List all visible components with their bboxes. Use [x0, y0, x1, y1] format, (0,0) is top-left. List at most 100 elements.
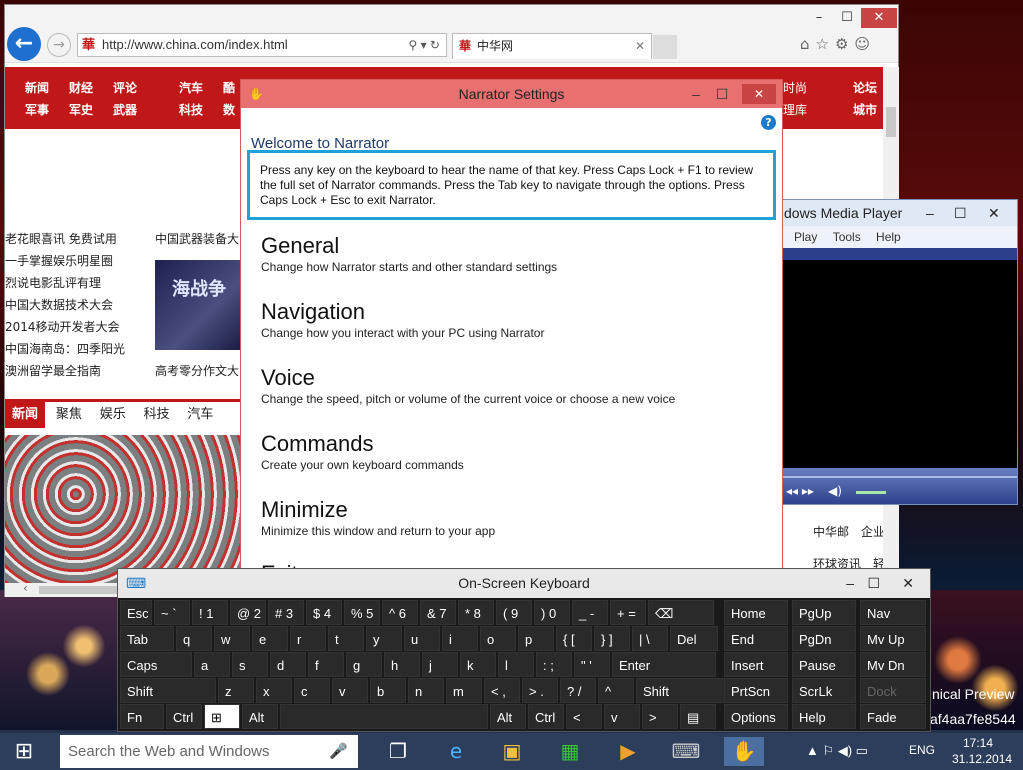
key[interactable]: + =	[610, 600, 646, 625]
right-link[interactable]: 中华邮	[813, 523, 849, 540]
nav-key[interactable]: PgUp	[792, 600, 856, 625]
key[interactable]: a	[194, 652, 230, 677]
section-navigation[interactable]: Navigation Change how you interact with …	[261, 299, 544, 340]
nav-link[interactable]: 武器	[113, 101, 137, 118]
ie-titlebar[interactable]: – ☐ ✕ ← → 華 http://www.china.com/index.h…	[5, 5, 898, 63]
ie-maximize-button[interactable]: ☐	[833, 8, 861, 28]
key[interactable]: o	[480, 626, 516, 651]
task-view-icon[interactable]: ❐	[378, 737, 418, 766]
key[interactable]: ⊞	[204, 704, 240, 729]
scroll-left-icon[interactable]: ‹	[23, 581, 28, 595]
osk-minimize-button[interactable]: –	[846, 569, 854, 598]
nav-link[interactable]: 数	[223, 101, 235, 118]
ie-minimize-button[interactable]: –	[805, 8, 833, 28]
key[interactable]: # 3	[268, 600, 304, 625]
content-tab[interactable]: 科技	[137, 402, 177, 428]
key[interactable]: p	[518, 626, 554, 651]
playback-buttons-icon[interactable]: ◂◂ ▸▸	[786, 484, 814, 498]
key[interactable]: u	[404, 626, 440, 651]
nav-key[interactable]: PrtScn	[724, 678, 788, 703]
key[interactable]: v	[604, 704, 640, 729]
key[interactable]: >	[642, 704, 678, 729]
clock-date[interactable]: 31.12.2014	[952, 752, 1012, 766]
key[interactable]: Esc	[120, 600, 152, 625]
news-link[interactable]: 高考零分作文大	[155, 362, 239, 379]
key[interactable]: ) 0	[534, 600, 570, 625]
narrator-minimize-button[interactable]: –	[684, 80, 708, 108]
news-link[interactable]: 澳洲留学最全指南	[5, 362, 101, 379]
help-icon[interactable]: ?	[761, 115, 776, 130]
key[interactable]: Del	[670, 626, 718, 651]
key[interactable]: l	[498, 652, 534, 677]
key[interactable]: q	[176, 626, 212, 651]
key[interactable]: Tab	[120, 626, 174, 651]
search-placeholder[interactable]: Search the Web and Windows	[68, 743, 270, 760]
wmp-titlebar[interactable]: dows Media Player – ☐ ✕	[776, 200, 1017, 226]
key[interactable]: $ 4	[306, 600, 342, 625]
key[interactable]: f	[308, 652, 344, 677]
key[interactable]: n	[408, 678, 444, 703]
key[interactable]: Ctrl	[166, 704, 202, 729]
media-player-icon[interactable]: ▶	[608, 737, 648, 766]
section-general[interactable]: General Change how Narrator starts and o…	[261, 233, 557, 274]
key[interactable]: g	[346, 652, 382, 677]
key[interactable]: ^	[598, 678, 634, 703]
nav-key[interactable]: PgDn	[792, 626, 856, 651]
narrator-maximize-button[interactable]: ☐	[710, 80, 734, 108]
news-link[interactable]: 老花眼喜讯 免费试用	[5, 230, 117, 247]
nav-link[interactable]: 新闻	[25, 79, 49, 96]
key[interactable]: ^ 6	[382, 600, 418, 625]
section-title[interactable]: Minimize	[261, 497, 495, 523]
key[interactable]: " '	[574, 652, 610, 677]
nav-link[interactable]: 军事	[25, 101, 49, 118]
key[interactable]: v	[332, 678, 368, 703]
address-url[interactable]: http://www.china.com/index.html	[102, 37, 288, 52]
content-tab[interactable]: 聚焦	[49, 402, 89, 428]
narrator-settings-window[interactable]: ✋ Narrator Settings – ☐ ✕ ? Welcome to N…	[240, 79, 783, 570]
key[interactable]: e	[252, 626, 288, 651]
nav-key[interactable]: Options	[724, 704, 788, 729]
key[interactable]: t	[328, 626, 364, 651]
on-screen-keyboard-icon[interactable]: ⌨	[666, 737, 706, 766]
key[interactable]: & 7	[420, 600, 456, 625]
key[interactable]: x	[256, 678, 292, 703]
key[interactable]: > .	[522, 678, 558, 703]
nav-link[interactable]: 汽车	[179, 79, 203, 96]
nav-key[interactable]: Home	[724, 600, 788, 625]
key[interactable]: % 5	[344, 600, 380, 625]
key[interactable]: w	[214, 626, 250, 651]
key[interactable]: k	[460, 652, 496, 677]
key[interactable]: < ,	[484, 678, 520, 703]
start-button[interactable]: ⊞	[4, 737, 44, 766]
key[interactable]: s	[232, 652, 268, 677]
key[interactable]: } ]	[594, 626, 630, 651]
nav-link[interactable]: 科技	[179, 101, 203, 118]
key[interactable]: y	[366, 626, 402, 651]
file-explorer-icon[interactable]: ▣	[492, 737, 532, 766]
space-key[interactable]	[280, 704, 488, 729]
wmp-close-button[interactable]: ✕	[988, 200, 1000, 226]
key[interactable]: Alt	[490, 704, 526, 729]
key[interactable]: ▤	[680, 704, 716, 729]
section-minimize[interactable]: Minimize Minimize this window and return…	[261, 497, 495, 538]
ie-toolbar-icons[interactable]: ⌂☆⚙☺	[800, 35, 876, 53]
osk-maximize-button[interactable]: ☐	[867, 569, 880, 598]
key[interactable]: ! 1	[192, 600, 228, 625]
key[interactable]: Alt	[242, 704, 278, 729]
narrator-close-button[interactable]: ✕	[742, 84, 776, 104]
news-link[interactable]: 一手掌握娱乐明星圈	[5, 252, 113, 269]
nav-link[interactable]: 评论	[113, 79, 137, 96]
address-bar[interactable]: 華 http://www.china.com/index.html ⚲ ▾ ↻	[77, 33, 447, 57]
key[interactable]: ? /	[560, 678, 596, 703]
wmp-playback-controls[interactable]: ◂◂ ▸▸ ◀)	[776, 468, 1017, 504]
section-title[interactable]: Voice	[261, 365, 675, 391]
osk-titlebar[interactable]: ⌨ On-Screen Keyboard – ☐ ✕	[118, 569, 930, 598]
key[interactable]: Caps	[120, 652, 192, 677]
key[interactable]: b	[370, 678, 406, 703]
ie-close-button[interactable]: ✕	[861, 8, 897, 28]
key[interactable]: ( 9	[496, 600, 532, 625]
scroll-thumb[interactable]	[886, 107, 896, 137]
news-link[interactable]: 2014移动开发者大会	[5, 318, 120, 335]
key[interactable]: | \	[632, 626, 668, 651]
narrator-icon[interactable]: ✋	[724, 737, 764, 766]
